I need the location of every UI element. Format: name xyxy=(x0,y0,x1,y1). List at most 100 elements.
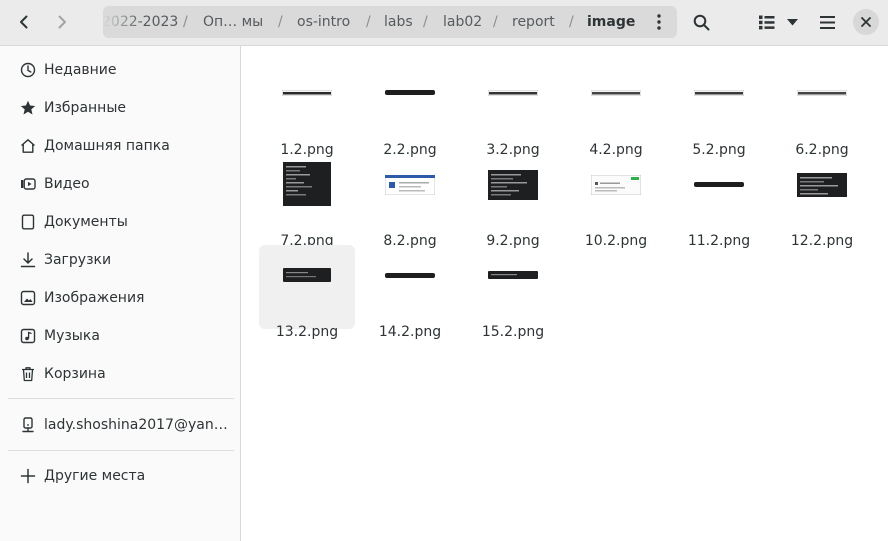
path-separator: / xyxy=(278,14,283,30)
path-separator: / xyxy=(493,14,498,30)
image-thumbnail xyxy=(694,182,744,187)
dropdown-icon xyxy=(786,18,798,25)
path-crumb[interactable]: os-intro xyxy=(297,6,350,38)
path-separator: / xyxy=(569,14,574,30)
file-item[interactable]: 8.2.png xyxy=(362,154,458,249)
path-separator: / xyxy=(366,14,371,30)
file-name: 11.2.png xyxy=(687,233,751,249)
file-item[interactable]: 14.2.png xyxy=(362,245,458,340)
sidebar-separator xyxy=(8,450,234,451)
sidebar-item-downloads[interactable]: Загрузки xyxy=(0,241,240,279)
sidebar-item-label: Недавние xyxy=(44,62,117,78)
image-thumbnail xyxy=(282,90,332,96)
file-item-selected[interactable]: 13.2.png xyxy=(259,245,355,340)
sidebar-item-documents[interactable]: Документы xyxy=(0,203,240,241)
sidebar-item-label: Избранные xyxy=(44,100,126,116)
sidebar-separator xyxy=(8,398,234,399)
sidebar-item-videos[interactable]: Видео xyxy=(0,165,240,203)
image-thumbnail xyxy=(797,173,847,197)
close-button[interactable] xyxy=(853,9,879,35)
menu-dots-icon xyxy=(657,14,661,30)
image-thumbnail xyxy=(797,90,847,96)
path-crumb[interactable]: 2022-2023 xyxy=(103,6,178,38)
search-icon xyxy=(693,14,709,30)
image-thumbnail xyxy=(385,273,435,278)
sidebar-item-recent[interactable]: Недавние xyxy=(0,51,240,89)
hamburger-icon xyxy=(819,15,835,29)
sidebar-item-other-locations[interactable]: Другие места xyxy=(0,457,240,495)
image-thumbnail xyxy=(488,170,538,200)
network-drive-icon xyxy=(19,416,37,434)
home-icon xyxy=(19,137,37,155)
image-thumbnail xyxy=(385,90,435,95)
path-separator: / xyxy=(423,14,428,30)
image-thumbnail xyxy=(488,90,538,96)
close-icon xyxy=(861,17,871,27)
file-item[interactable]: 9.2.png xyxy=(465,154,561,249)
file-name: 14.2.png xyxy=(378,324,442,340)
header-bar: 2022-2023 / Оп… мы / os-intro / labs / l… xyxy=(0,0,888,46)
main-menu-button[interactable] xyxy=(810,6,844,38)
plus-icon xyxy=(19,467,37,485)
file-item[interactable]: 2.2.png xyxy=(362,63,458,158)
sidebar-item-label: lady.shoshina2017@yan… xyxy=(44,417,228,433)
file-name: 15.2.png xyxy=(481,324,545,340)
image-thumbnail xyxy=(283,162,331,206)
file-item[interactable]: 11.2.png xyxy=(671,154,767,249)
sidebar-item-label: Изображения xyxy=(44,290,145,306)
file-item[interactable]: 1.2.png xyxy=(259,63,355,158)
sidebar-item-label: Видео xyxy=(44,176,90,192)
back-button[interactable] xyxy=(7,6,41,38)
music-icon xyxy=(19,327,37,345)
sidebar-item-music[interactable]: Музыка xyxy=(0,317,240,355)
image-thumbnail xyxy=(591,90,641,96)
path-separator: / xyxy=(183,14,188,30)
file-item[interactable]: 6.2.png xyxy=(774,63,870,158)
file-item[interactable]: 15.2.png xyxy=(465,245,561,340)
file-name: 12.2.png xyxy=(790,233,854,249)
file-grid: 1.2.png 2.2.png 3.2.png 4.2.png 5.2.png … xyxy=(241,46,888,541)
file-item[interactable]: 10.2.png xyxy=(568,154,664,249)
clock-icon xyxy=(19,61,37,79)
list-view-icon xyxy=(758,15,774,29)
image-thumbnail xyxy=(488,271,538,279)
image-thumbnail xyxy=(385,175,435,195)
image-icon xyxy=(19,289,37,307)
view-options-button[interactable] xyxy=(750,6,806,38)
back-icon xyxy=(20,15,28,29)
sidebar: Недавние Избранные Домашняя папка Видео … xyxy=(0,46,241,541)
path-menu-button[interactable] xyxy=(647,10,671,34)
image-thumbnail xyxy=(591,175,641,195)
path-crumb[interactable]: lab02 xyxy=(443,6,482,38)
file-name: 10.2.png xyxy=(584,233,648,249)
sidebar-item-network-drive[interactable]: lady.shoshina2017@yan… xyxy=(0,406,240,444)
image-thumbnail xyxy=(694,90,744,96)
sidebar-item-label: Загрузки xyxy=(44,252,112,268)
file-item[interactable]: 7.2.png xyxy=(259,154,355,249)
file-item[interactable]: 3.2.png xyxy=(465,63,561,158)
path-crumb[interactable]: labs xyxy=(384,6,413,38)
search-button[interactable] xyxy=(684,6,718,38)
sidebar-item-starred[interactable]: Избранные xyxy=(0,89,240,127)
video-icon xyxy=(19,175,37,193)
forward-button[interactable] xyxy=(45,6,79,38)
document-icon xyxy=(19,213,37,231)
sidebar-item-trash[interactable]: Корзина xyxy=(0,355,240,393)
file-item[interactable]: 4.2.png xyxy=(568,63,664,158)
sidebar-item-label: Корзина xyxy=(44,366,106,382)
file-item[interactable]: 5.2.png xyxy=(671,63,767,158)
forward-icon xyxy=(58,15,66,29)
trash-icon xyxy=(19,365,37,383)
sidebar-item-home[interactable]: Домашняя папка xyxy=(0,127,240,165)
sidebar-item-label: Документы xyxy=(44,214,128,230)
file-name: 13.2.png xyxy=(275,324,339,340)
sidebar-item-label: Домашняя папка xyxy=(44,138,170,154)
image-thumbnail xyxy=(283,268,331,282)
file-item[interactable]: 12.2.png xyxy=(774,154,870,249)
path-crumb[interactable]: Оп… мы xyxy=(203,6,263,38)
sidebar-item-pictures[interactable]: Изображения xyxy=(0,279,240,317)
path-bar: 2022-2023 / Оп… мы / os-intro / labs / l… xyxy=(103,6,677,38)
path-crumb-current[interactable]: image xyxy=(587,6,635,38)
sidebar-item-label: Музыка xyxy=(44,328,100,344)
path-crumb[interactable]: report xyxy=(512,6,555,38)
